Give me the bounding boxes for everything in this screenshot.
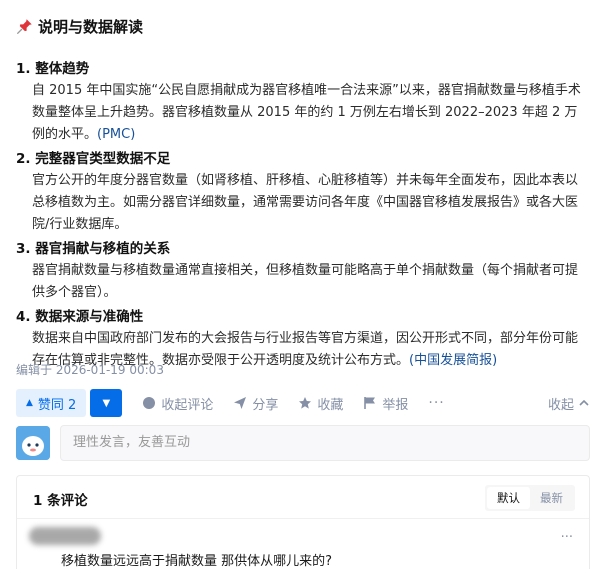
share-button[interactable]: 分享	[233, 394, 278, 413]
flag-icon	[364, 397, 376, 409]
triangle-up-icon: ▲	[26, 398, 33, 408]
note-body: 自 2015 年中国实施“公民自愿捐献成为器官移植唯一合法来源”以来，器官捐献数…	[32, 83, 581, 142]
note-body: 官方公开的年度分器官数量（如肾移植、肝移植、心脏移植等）并未每年全面发布，因此本…	[32, 173, 579, 232]
notes-list: 1. 整体趋势 自 2015 年中国实施“公民自愿捐献成为器官移植唯一合法来源”…	[16, 58, 590, 374]
sort-latest-button[interactable]: 最新	[530, 487, 573, 509]
collapse-button[interactable]: 收起	[548, 389, 590, 417]
upvote-button[interactable]: ▲ 赞同 2	[16, 389, 87, 417]
comments-panel: 1 条评论 默认 最新 ··· 移植数量远远高于捐献数量 那供体从哪儿来的?	[16, 475, 590, 569]
note-item: 3. 器官捐献与移植的关系 器官捐献数量与移植数量通常直接相关，但移植数量可能略…	[16, 238, 590, 304]
blurred-username	[29, 527, 101, 545]
comment-bubble-icon	[143, 397, 156, 409]
note-title: 2. 完整器官类型数据不足	[16, 151, 171, 167]
note-title: 3. 器官捐献与移植的关系	[16, 241, 171, 257]
note-title: 4. 数据来源与准确性	[16, 309, 144, 325]
more-options-button[interactable]: ···	[428, 395, 444, 411]
action-bar: ▲ 赞同 2 ▼ 收起评论 分享 收藏 举报 ··· 收起	[16, 389, 590, 417]
section-heading: 说明与数据解读	[16, 16, 143, 37]
comment-input[interactable]: 理性发言，友善互动	[60, 425, 590, 461]
note-body: 器官捐献数量与移植数量通常直接相关，但移植数量可能略高于单个捐献数量（每个捐献者…	[32, 263, 579, 300]
note-item: 2. 完整器官类型数据不足 官方公开的年度分器官数量（如肾移植、肝移植、心脏移植…	[16, 148, 590, 236]
answer-page: 说明与数据解读 1. 整体趋势 自 2015 年中国实施“公民自愿捐献成为器官移…	[0, 0, 600, 569]
source-link-pmc[interactable]: (PMC)	[97, 127, 135, 142]
edited-timestamp: 编辑于 2026-01-19 00:03	[16, 363, 164, 377]
upvote-label: 赞同 2	[37, 397, 77, 413]
comments-header: 1 条评论 默认 最新	[17, 476, 589, 519]
note-title: 1. 整体趋势	[16, 61, 90, 77]
pushpin-icon	[17, 19, 32, 34]
note-item: 1. 整体趋势 自 2015 年中国实施“公民自愿捐献成为器官移植唯一合法来源”…	[16, 58, 590, 146]
comment-count: 1 条评论	[33, 493, 88, 509]
paper-plane-icon	[234, 397, 247, 409]
avatar[interactable]	[16, 426, 50, 460]
favorite-button[interactable]: 收藏	[298, 394, 343, 413]
section-heading-text: 说明与数据解读	[38, 18, 144, 36]
comment-more-button[interactable]: ···	[561, 530, 573, 545]
report-button[interactable]: 举报	[363, 394, 408, 413]
source-link-china-development-brief[interactable]: (中国发展简报)	[409, 353, 497, 368]
comment-text: 移植数量远远高于捐献数量 那供体从哪儿来的?	[61, 554, 333, 569]
comment-composer: 理性发言，友善互动	[16, 425, 590, 461]
chevron-up-icon	[579, 399, 589, 406]
sort-toggle: 默认 最新	[485, 485, 575, 511]
sort-default-button[interactable]: 默认	[487, 487, 530, 509]
collapse-comments-button[interactable]: 收起评论	[142, 394, 213, 413]
triangle-down-icon: ▼	[102, 397, 111, 409]
downvote-button[interactable]: ▼	[90, 389, 123, 417]
star-icon	[299, 397, 312, 409]
